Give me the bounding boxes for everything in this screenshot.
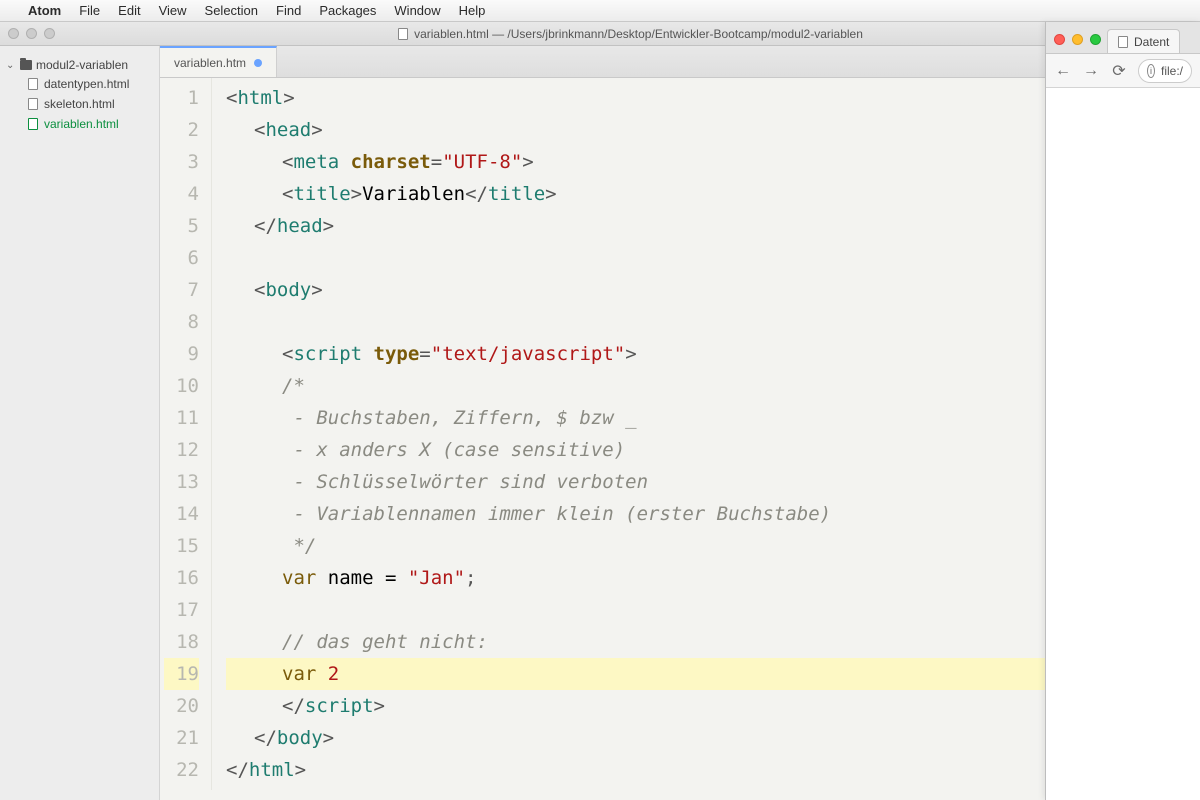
browser-zoom-icon[interactable] bbox=[1090, 34, 1101, 45]
tree-file-skeleton[interactable]: skeleton.html bbox=[0, 94, 159, 114]
chevron-down-icon[interactable]: ⌄ bbox=[6, 60, 16, 71]
menu-find[interactable]: Find bbox=[276, 3, 301, 18]
window-minimize-icon[interactable] bbox=[26, 28, 37, 39]
menu-selection[interactable]: Selection bbox=[205, 3, 258, 18]
line-number: 19 bbox=[164, 658, 199, 690]
browser-window: Datent ← → ⟳ i file:/ bbox=[1045, 22, 1200, 800]
line-number: 17 bbox=[164, 594, 199, 626]
browser-close-icon[interactable] bbox=[1054, 34, 1065, 45]
tree-file-label: datentypen.html bbox=[44, 77, 129, 91]
menu-view[interactable]: View bbox=[159, 3, 187, 18]
line-number: 1 bbox=[164, 82, 199, 114]
traffic-lights bbox=[8, 28, 55, 39]
code-editor[interactable]: 12345678910111213141516171819202122 <htm… bbox=[160, 78, 1200, 800]
browser-tabstrip: Datent bbox=[1046, 22, 1200, 54]
reload-button[interactable]: ⟳ bbox=[1110, 61, 1128, 81]
editor-tab-variablen[interactable]: variablen.htm bbox=[160, 46, 277, 77]
line-number: 2 bbox=[164, 114, 199, 146]
line-number: 15 bbox=[164, 530, 199, 562]
line-number: 7 bbox=[164, 274, 199, 306]
tab-label: variablen.htm bbox=[174, 56, 246, 70]
file-tree-sidebar[interactable]: ⌄ modul2-variablen datentypen.html skele… bbox=[0, 46, 160, 800]
line-number: 10 bbox=[164, 370, 199, 402]
menu-file[interactable]: File bbox=[79, 3, 100, 18]
tree-file-label: skeleton.html bbox=[44, 97, 115, 111]
line-number: 8 bbox=[164, 306, 199, 338]
address-text: file:/ bbox=[1161, 64, 1183, 78]
line-number: 18 bbox=[164, 626, 199, 658]
page-icon bbox=[1118, 36, 1128, 48]
window-title: variablen.html — /Users/jbrinkmann/Deskt… bbox=[414, 27, 863, 41]
file-icon bbox=[28, 98, 38, 110]
file-icon bbox=[28, 118, 38, 130]
browser-tab-label: Datent bbox=[1134, 35, 1169, 49]
line-number-gutter: 12345678910111213141516171819202122 bbox=[160, 78, 212, 790]
line-number: 22 bbox=[164, 754, 199, 786]
line-number: 5 bbox=[164, 210, 199, 242]
tree-file-label: variablen.html bbox=[44, 117, 119, 131]
macos-menubar: Atom File Edit View Selection Find Packa… bbox=[0, 0, 1200, 22]
app-name[interactable]: Atom bbox=[28, 3, 61, 18]
address-bar[interactable]: i file:/ bbox=[1138, 59, 1192, 83]
line-number: 9 bbox=[164, 338, 199, 370]
document-icon bbox=[398, 28, 408, 40]
menu-help[interactable]: Help bbox=[459, 3, 486, 18]
editor-tabbar: variablen.htm bbox=[160, 46, 1200, 78]
editor-pane: variablen.htm 12345678910111213141516171… bbox=[160, 46, 1200, 800]
line-number: 11 bbox=[164, 402, 199, 434]
browser-minimize-icon[interactable] bbox=[1072, 34, 1083, 45]
menu-window[interactable]: Window bbox=[394, 3, 440, 18]
forward-button[interactable]: → bbox=[1082, 62, 1100, 80]
file-icon bbox=[28, 78, 38, 90]
line-number: 16 bbox=[164, 562, 199, 594]
tree-file-datentypen[interactable]: datentypen.html bbox=[0, 74, 159, 94]
window-close-icon[interactable] bbox=[8, 28, 19, 39]
line-number: 21 bbox=[164, 722, 199, 754]
window-titlebar: variablen.html — /Users/jbrinkmann/Deskt… bbox=[0, 22, 1200, 46]
line-number: 12 bbox=[164, 434, 199, 466]
tree-root-folder[interactable]: ⌄ modul2-variablen bbox=[0, 56, 159, 74]
tree-root-label: modul2-variablen bbox=[36, 58, 128, 72]
browser-toolbar: ← → ⟳ i file:/ bbox=[1046, 54, 1200, 88]
line-number: 20 bbox=[164, 690, 199, 722]
menu-edit[interactable]: Edit bbox=[118, 3, 140, 18]
line-number: 6 bbox=[164, 242, 199, 274]
line-number: 14 bbox=[164, 498, 199, 530]
browser-tab[interactable]: Datent bbox=[1107, 29, 1180, 53]
folder-icon bbox=[20, 60, 32, 70]
line-number: 3 bbox=[164, 146, 199, 178]
menu-packages[interactable]: Packages bbox=[319, 3, 376, 18]
line-number: 13 bbox=[164, 466, 199, 498]
window-zoom-icon[interactable] bbox=[44, 28, 55, 39]
line-number: 4 bbox=[164, 178, 199, 210]
site-info-icon[interactable]: i bbox=[1147, 64, 1155, 78]
back-button[interactable]: ← bbox=[1054, 62, 1072, 80]
modified-indicator-icon bbox=[254, 59, 262, 67]
tree-file-variablen[interactable]: variablen.html bbox=[0, 114, 159, 134]
